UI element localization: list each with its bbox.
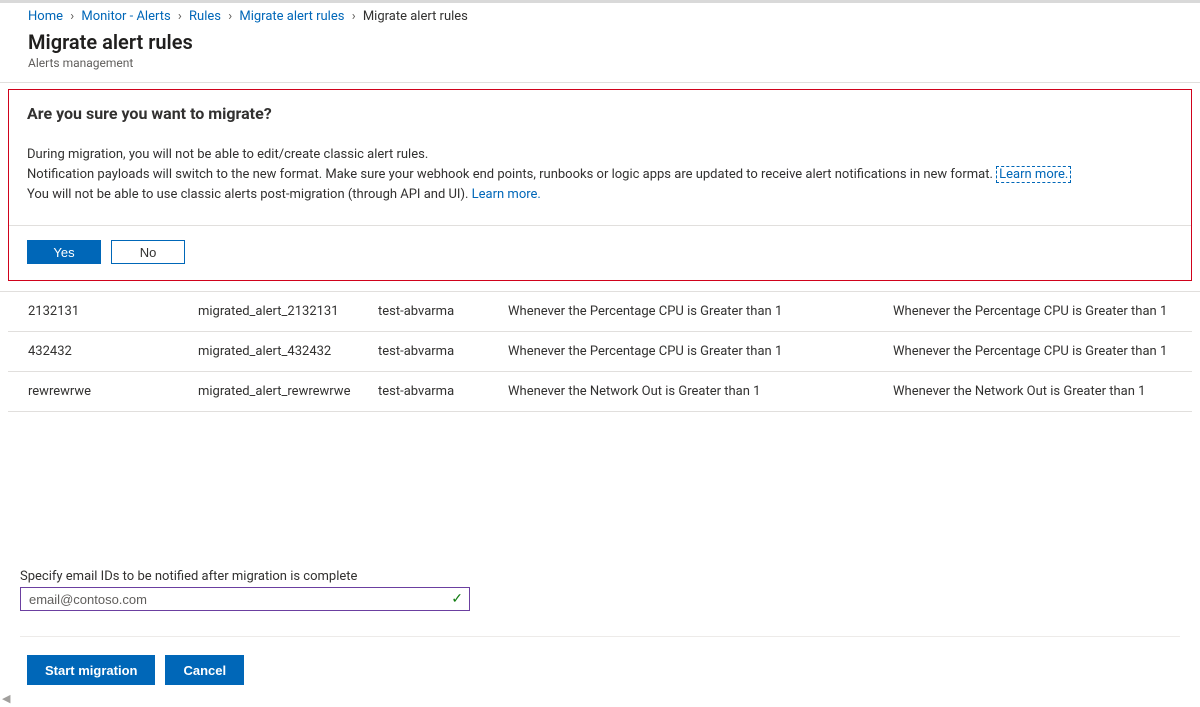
scroll-left-icon[interactable]: ◀ bbox=[2, 692, 10, 705]
dialog-button-row: Yes No bbox=[27, 240, 1173, 264]
table-row[interactable]: 432432 migrated_alert_432432 test-abvarm… bbox=[8, 332, 1192, 372]
page-header: Migrate alert rules Alerts management bbox=[0, 30, 1200, 76]
page-subtitle: Alerts management bbox=[28, 56, 1172, 70]
start-migration-button[interactable]: Start migration bbox=[27, 655, 155, 685]
email-input-wrapper[interactable]: ✓ bbox=[20, 587, 470, 611]
table-row[interactable]: 2132131 migrated_alert_2132131 test-abva… bbox=[8, 292, 1192, 332]
learn-more-payload-link[interactable]: Learn more. bbox=[996, 166, 1071, 183]
cell-condition-2: Whenever the Network Out is Greater than… bbox=[883, 372, 1192, 412]
cell-migrated-name: migrated_alert_432432 bbox=[188, 332, 368, 372]
dialog-line-2-text: Notification payloads will switch to the… bbox=[27, 167, 996, 182]
breadcrumb-monitor-alerts[interactable]: Monitor - Alerts bbox=[81, 9, 170, 24]
dialog-line-3: You will not be able to use classic aler… bbox=[27, 185, 1173, 205]
checkmark-icon: ✓ bbox=[451, 592, 463, 606]
chevron-right-icon: › bbox=[70, 9, 74, 24]
cell-classic-name: rewrewrwe bbox=[8, 372, 188, 412]
cell-resource-group: test-abvarma bbox=[368, 292, 498, 332]
learn-more-classic-link[interactable]: Learn more. bbox=[472, 187, 541, 202]
alert-rules-table: 2132131 migrated_alert_2132131 test-abva… bbox=[8, 292, 1192, 412]
cell-classic-name: 432432 bbox=[8, 332, 188, 372]
chevron-right-icon: › bbox=[228, 9, 232, 24]
cell-migrated-name: migrated_alert_2132131 bbox=[188, 292, 368, 332]
dialog-line-3-text: You will not be able to use classic aler… bbox=[27, 187, 472, 202]
yes-button[interactable]: Yes bbox=[27, 240, 101, 264]
cell-condition-2: Whenever the Percentage CPU is Greater t… bbox=[883, 332, 1192, 372]
page-title: Migrate alert rules bbox=[28, 30, 1172, 54]
confirm-migration-dialog: Are you sure you want to migrate? During… bbox=[8, 89, 1192, 281]
email-input[interactable] bbox=[27, 588, 451, 610]
divider bbox=[20, 636, 1180, 637]
dialog-line-2: Notification payloads will switch to the… bbox=[27, 165, 1173, 185]
breadcrumb-home[interactable]: Home bbox=[28, 9, 63, 24]
cell-condition: Whenever the Percentage CPU is Greater t… bbox=[498, 332, 883, 372]
cancel-button[interactable]: Cancel bbox=[165, 655, 244, 685]
divider bbox=[9, 225, 1191, 226]
chevron-right-icon: › bbox=[178, 9, 182, 24]
breadcrumb-current: Migrate alert rules bbox=[363, 9, 468, 24]
cell-condition: Whenever the Percentage CPU is Greater t… bbox=[498, 292, 883, 332]
cell-resource-group: test-abvarma bbox=[368, 332, 498, 372]
table-row[interactable]: rewrewrwe migrated_alert_rewrewrwe test-… bbox=[8, 372, 1192, 412]
bottom-panel: Specify email IDs to be notified after m… bbox=[0, 569, 1200, 685]
breadcrumb-rules[interactable]: Rules bbox=[189, 9, 221, 24]
dialog-line-1: During migration, you will not be able t… bbox=[27, 145, 1173, 165]
cell-resource-group: test-abvarma bbox=[368, 372, 498, 412]
divider bbox=[0, 82, 1200, 83]
cell-condition-2: Whenever the Percentage CPU is Greater t… bbox=[883, 292, 1192, 332]
dialog-title: Are you sure you want to migrate? bbox=[27, 104, 1173, 123]
cell-migrated-name: migrated_alert_rewrewrwe bbox=[188, 372, 368, 412]
cell-condition: Whenever the Network Out is Greater than… bbox=[498, 372, 883, 412]
cell-classic-name: 2132131 bbox=[8, 292, 188, 332]
dialog-body: During migration, you will not be able t… bbox=[27, 145, 1173, 205]
breadcrumb: Home › Monitor - Alerts › Rules › Migrat… bbox=[0, 3, 1200, 30]
breadcrumb-migrate-alert-rules[interactable]: Migrate alert rules bbox=[239, 9, 344, 24]
email-field-label: Specify email IDs to be notified after m… bbox=[20, 569, 1180, 584]
footer-button-row: Start migration Cancel bbox=[20, 655, 1180, 685]
no-button[interactable]: No bbox=[111, 240, 185, 264]
chevron-right-icon: › bbox=[352, 9, 356, 24]
